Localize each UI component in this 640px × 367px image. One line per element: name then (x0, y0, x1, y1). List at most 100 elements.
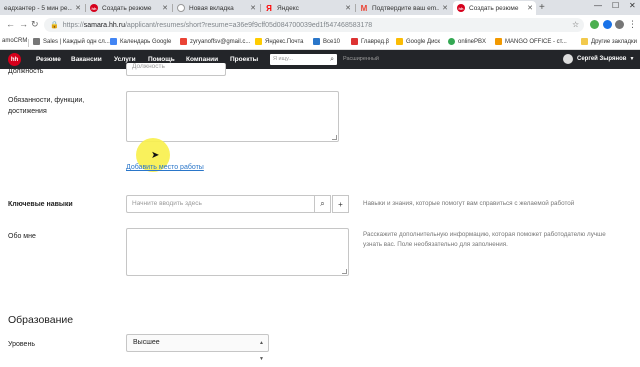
nav-link-help[interactable]: Помощь (148, 56, 175, 63)
about-hint: Расскажите дополнительную информацию, ко… (363, 231, 606, 248)
back-icon[interactable]: ← (6, 19, 15, 29)
url-input[interactable]: 🔒 https://samara.hh.ru/applicant/resumes… (44, 18, 584, 32)
hh-search-input[interactable]: Я ищу... ⌕ (270, 54, 337, 65)
position-label: Должность (8, 68, 44, 75)
close-icon[interactable]: ✕ (162, 4, 168, 12)
bookmark-label: MANGO OFFICE - ст... (505, 38, 567, 45)
user-name: Сергей Зырянов (577, 56, 627, 62)
lock-icon: 🔒 (50, 22, 59, 29)
bookmarks-bar: amoCRM Sales | Каждый одн сл... Календар… (0, 35, 640, 50)
bookmark-item[interactable]: MANGO OFFICE - ст... (495, 38, 567, 45)
new-tab-icon[interactable]: + (539, 2, 545, 13)
google-drive-icon (396, 38, 403, 45)
skills-input[interactable]: Начните вводить здесь (126, 195, 331, 213)
mouse-pointer-icon: ➤ (151, 150, 160, 161)
extension-icon[interactable] (603, 20, 612, 29)
avatar (563, 54, 573, 64)
education-title: Образование (8, 314, 74, 326)
folder-icon (581, 38, 588, 45)
bookmark-item[interactable]: onlinePBX (448, 38, 486, 45)
chevron-updown-icon: ▲ ▼ (259, 340, 264, 362)
mango-icon (495, 38, 502, 45)
reload-icon[interactable]: ↻ (31, 19, 39, 30)
duties-textarea[interactable] (126, 91, 339, 142)
add-workplace-link[interactable]: Добавить место работы (126, 164, 204, 171)
close-icon[interactable]: ✕ (250, 4, 256, 12)
profile-avatar-icon[interactable] (615, 20, 624, 29)
bookmark-label: zyryanoffsv@gmail.c... (190, 38, 251, 45)
gmail-icon: M (360, 3, 368, 13)
browser-tab[interactable]: hh Создать резюме ✕ (86, 1, 171, 15)
vse10-icon (313, 38, 320, 45)
resize-grip-icon[interactable] (332, 135, 337, 140)
nav-link-services[interactable]: Услуги (114, 56, 136, 63)
skills-search-button[interactable]: ⌕ (314, 195, 331, 213)
yandex-mail-icon (255, 38, 262, 45)
bookmark-item[interactable]: Все10 (313, 38, 340, 45)
bookmark-item[interactable]: Sales | Каждый одн сл... (33, 38, 110, 45)
nav-link-companies[interactable]: Компании (186, 56, 218, 63)
bookmark-item[interactable]: Яндекс.Почта (255, 38, 304, 45)
close-icon[interactable]: ✕ (75, 4, 81, 12)
browser-tab[interactable]: Я Яндекс ✕ (261, 1, 354, 15)
bookmark-item[interactable]: Календарь Google (110, 38, 171, 45)
tab-title: Создать резюме (102, 4, 152, 12)
browser-menu-icon[interactable]: ⋮ (628, 19, 637, 30)
selected-value: Высшее (133, 339, 160, 346)
tab-title: еадхантер - 5 мин ре... (4, 4, 73, 12)
hh-navbar: hh Резюме Вакансии Услуги Помощь Компани… (0, 50, 640, 69)
blank-page-icon (177, 4, 185, 12)
bookmark-label: Sales | Каждый одн сл... (43, 38, 110, 45)
calendar-icon (110, 38, 117, 45)
bookmark-label: amoCRM (2, 38, 28, 44)
advanced-search-link[interactable]: Расширенный (343, 56, 379, 62)
close-icon[interactable]: ✕ (527, 4, 533, 12)
nav-link-resumes[interactable]: Резюме (36, 56, 61, 63)
plus-icon: + (338, 199, 343, 209)
bookmark-star-icon[interactable]: ☆ (572, 20, 579, 29)
education-level-select[interactable]: Высшее ▲ ▼ (126, 334, 269, 362)
nav-link-projects[interactable]: Проекты (230, 56, 258, 63)
search-placeholder: Я ищу... (273, 56, 293, 62)
bookmark-label: Яндекс.Почта (265, 38, 304, 45)
resize-grip-icon[interactable] (342, 269, 347, 274)
bookmark-label: Главред.β (361, 38, 390, 45)
bookmark-item[interactable]: Другие закладки (581, 38, 637, 45)
position-input[interactable]: Должность (126, 63, 226, 76)
about-textarea[interactable] (126, 228, 349, 276)
gmail-icon (180, 38, 187, 45)
minimize-icon[interactable]: — (594, 1, 602, 10)
bookmark-item[interactable]: Главред.β (351, 38, 389, 45)
browser-tab[interactable]: M Подтвердите ваш em... ✕ (356, 1, 451, 15)
nav-link-vacancies[interactable]: Вакансии (71, 56, 102, 63)
hh-logo[interactable]: hh (8, 53, 21, 66)
page-icon (33, 38, 40, 45)
bookmark-item[interactable]: zyryanoffsv@gmail.c... (180, 38, 250, 45)
bookmark-label: Все10 (323, 38, 341, 45)
tab-title: Подтвердите ваш em... (372, 4, 440, 12)
about-label: Обо мне (8, 233, 36, 240)
onlinepbx-icon (448, 38, 455, 45)
add-skill-button[interactable]: + (332, 195, 349, 213)
yandex-icon: Я (266, 3, 272, 13)
bookmark-label: Google Диск (406, 38, 441, 45)
bookmark-item[interactable]: amoCRM (2, 38, 27, 44)
window-close-icon[interactable]: ✕ (629, 1, 636, 10)
maximize-icon[interactable]: ☐ (612, 1, 619, 10)
extension-icon[interactable] (590, 20, 599, 29)
duties-label: Обязанности, функции, достижения (8, 97, 85, 115)
browser-tab-active[interactable]: hh Создать резюме ✕ (453, 1, 536, 15)
tab-title: Создать резюме (469, 4, 519, 12)
close-icon[interactable]: ✕ (442, 4, 448, 12)
skills-label: Ключевые навыки (8, 201, 73, 208)
user-menu[interactable]: Сергей Зырянов ▼ (563, 54, 634, 64)
forward-icon[interactable]: → (19, 19, 28, 29)
browser-tab[interactable]: еадхантер - 5 мин ре... ✕ (0, 1, 84, 15)
close-icon[interactable]: ✕ (345, 4, 351, 12)
search-icon[interactable]: ⌕ (330, 54, 334, 65)
url-host: samara.hh.ru (83, 21, 125, 29)
browser-tab[interactable]: Новая вкладка ✕ (173, 1, 259, 15)
hh-favicon-icon: hh (457, 4, 465, 12)
browser-tab-strip: еадхантер - 5 мин ре... ✕ hh Создать рез… (0, 0, 640, 15)
bookmark-item[interactable]: Google Диск (396, 38, 440, 45)
